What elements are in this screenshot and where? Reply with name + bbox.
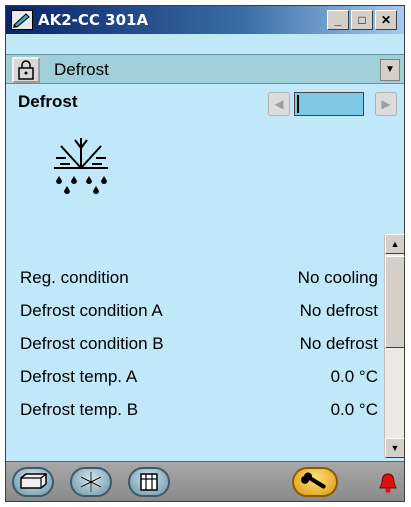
vertical-scrollbar[interactable]: ▲ ▼ [384, 234, 405, 458]
next-button[interactable]: ▶ [375, 92, 397, 116]
display-case-button[interactable] [12, 467, 54, 497]
row-label-defrost-condition-b: Defrost condition B [20, 334, 164, 353]
previous-button[interactable]: ◀ [268, 92, 290, 116]
snowflake-button[interactable] [70, 467, 112, 497]
alarm-bell-icon[interactable] [378, 472, 398, 494]
scroll-down-button[interactable]: ▼ [385, 438, 405, 458]
pen-icon [11, 10, 33, 30]
row-label-defrost-condition-a: Defrost condition A [20, 301, 163, 320]
dropdown-value[interactable]: Defrost [54, 60, 109, 80]
wrench-icon [301, 472, 326, 489]
row-value-defrost-temp-a: 0.0 °C [330, 367, 378, 386]
maximize-button[interactable]: □ [351, 10, 373, 30]
window-title: AK2-CC 301A [38, 11, 149, 29]
footer-toolbar [6, 461, 404, 501]
lock-icon [18, 60, 34, 80]
row-label-reg-condition: Reg. condition [20, 268, 129, 287]
view-selector[interactable]: Defrost ▼ [6, 54, 404, 84]
row-value-defrost-temp-b: 0.0 °C [330, 400, 378, 419]
grid-icon [140, 473, 158, 491]
app-window: AK2-CC 301A _ □ ✕ Defrost ▼ Defrost ◀ ▶ [5, 5, 405, 502]
row-label-defrost-temp-b: Defrost temp. B [20, 400, 139, 419]
snowflake-icon [80, 472, 102, 492]
page-input[interactable] [294, 92, 364, 116]
row-label-defrost-temp-a: Defrost temp. A [20, 367, 138, 386]
row-value-reg-condition: No cooling [297, 268, 378, 287]
close-button[interactable]: ✕ [375, 10, 397, 30]
grid-button[interactable] [128, 467, 170, 497]
scroll-up-button[interactable]: ▲ [385, 234, 405, 254]
lock-button[interactable] [12, 57, 40, 83]
display-case-icon [20, 473, 47, 489]
minimize-button[interactable]: _ [327, 10, 349, 30]
row-value-defrost-condition-a: No defrost [299, 301, 378, 320]
snowflake-defrost-icon [54, 138, 108, 194]
title-bar[interactable]: AK2-CC 301A _ □ ✕ [6, 6, 404, 34]
chevron-down-icon[interactable]: ▼ [380, 59, 400, 81]
page-title: Defrost [18, 92, 78, 111]
service-button[interactable] [292, 467, 338, 497]
row-value-defrost-condition-b: No defrost [299, 334, 378, 353]
scroll-thumb[interactable] [385, 256, 405, 348]
